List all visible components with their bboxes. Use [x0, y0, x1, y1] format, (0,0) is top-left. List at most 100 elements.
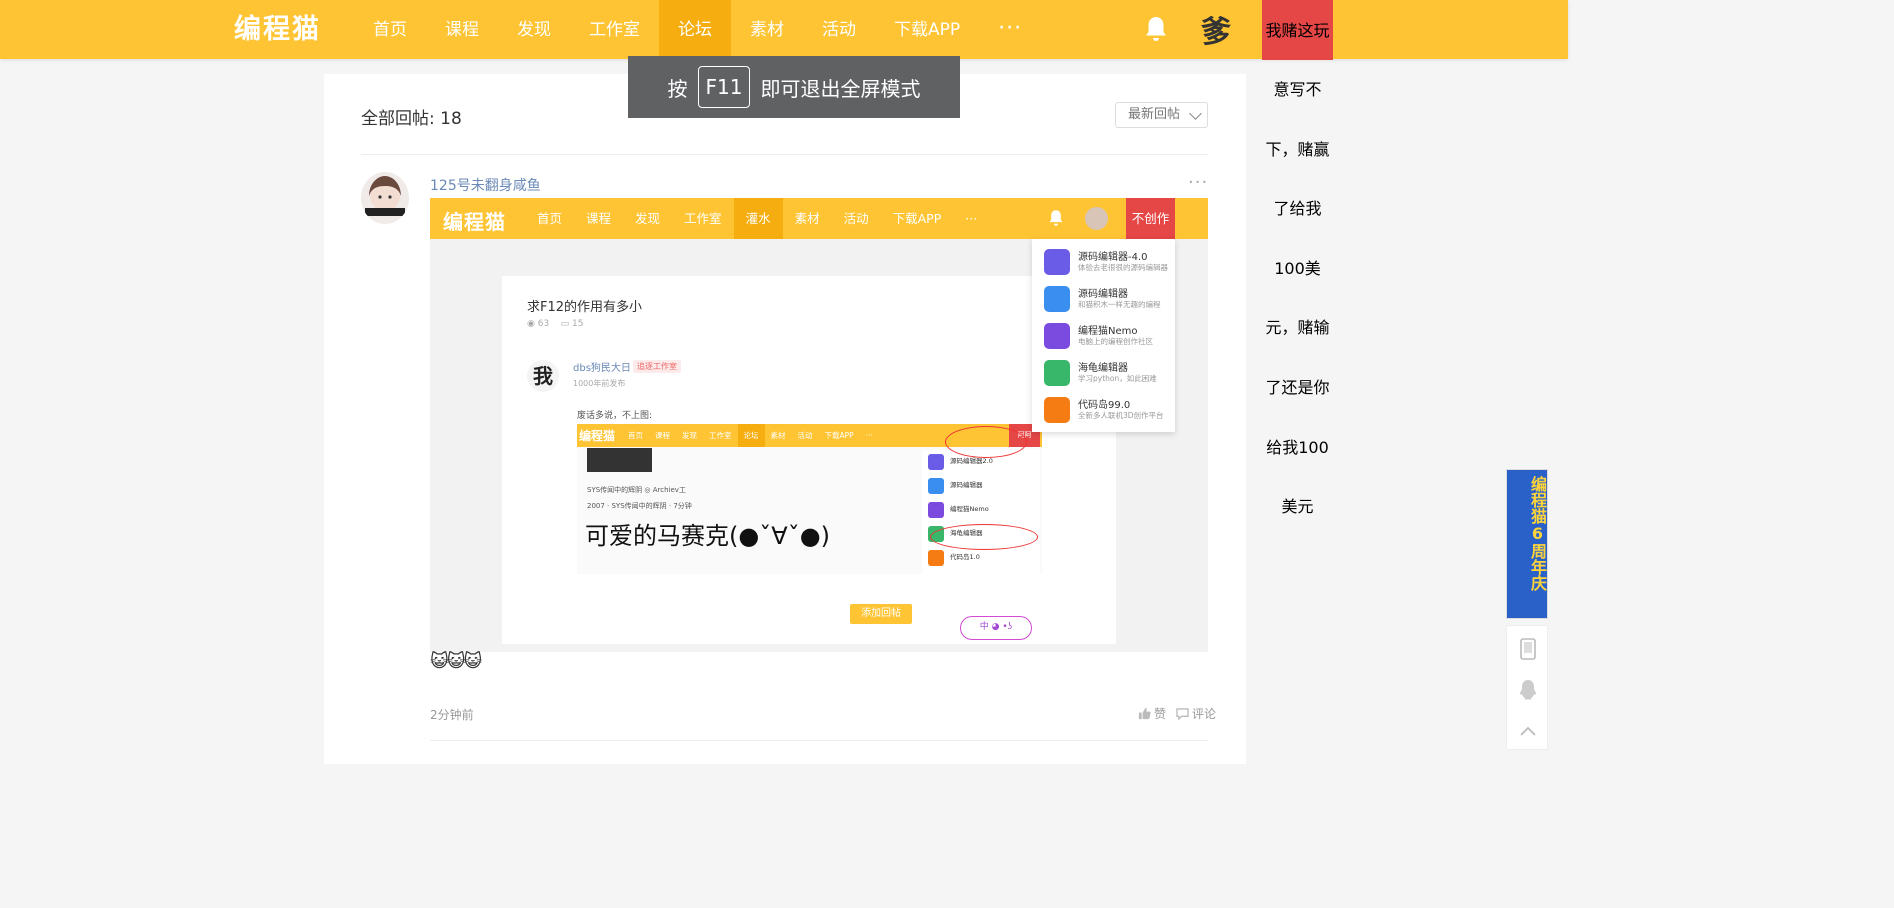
nav-download-app[interactable]: 下载APP: [875, 0, 979, 59]
app-icon: [928, 502, 944, 518]
nested-screenshot: 编程猫 首页 课程 发现 工作室 论坛 素材 活动 下载APP ··· 阿阿 S…: [577, 424, 1042, 574]
toast-prefix: 按: [667, 76, 688, 101]
embedded-logo: 编程猫: [443, 210, 506, 234]
nested-nav-item: 课程: [655, 431, 670, 440]
nav-events[interactable]: 活动: [803, 0, 875, 59]
post-author-name[interactable]: 125号未翻身咸鱼: [430, 175, 541, 195]
embedded-title: 求F12的作用有多小: [527, 300, 643, 315]
chevron-up-icon: [1520, 726, 1536, 736]
toast-suffix: 即可退出全屏模式: [760, 76, 921, 101]
sort-label: 最新回帖: [1128, 107, 1181, 122]
nav-more-button[interactable]: ···: [979, 0, 1041, 59]
nested-nav-item: 首页: [628, 431, 643, 440]
overflow-text-line: 了给我: [1273, 199, 1322, 219]
embedded-stats: ◉ 63 ▭ 15: [527, 319, 583, 329]
embedded-author-name: dbs狗民大日: [573, 363, 631, 374]
dropdown-item-name: 源码编辑器-4.0: [1078, 252, 1148, 263]
embedded-nav-item: 素材: [794, 211, 820, 226]
divider: [430, 740, 1208, 741]
dropdown-item-desc: 体验去老很很的源码编辑器: [1078, 263, 1168, 272]
nested-dropdown-label: 编程猫Nemo: [950, 505, 989, 513]
user-avatar[interactable]: 爹: [1199, 9, 1233, 50]
nav-forum[interactable]: 论坛: [659, 0, 731, 59]
embedded-nav-item: 工作室: [684, 211, 722, 226]
post-more-button[interactable]: ···: [1188, 172, 1208, 193]
comment-icon: [1176, 707, 1189, 720]
embedded-avatar: [1085, 207, 1108, 230]
post-author-avatar[interactable]: [361, 172, 409, 224]
qq-button[interactable]: [1507, 669, 1549, 711]
post-actions: 赞 评论: [1138, 705, 1216, 722]
dropdown-item-desc: 电脑上的编程创作社区: [1078, 337, 1153, 346]
overflow-text: 意写不 下，赌赢 了给我 100美 元，赌输 了还是你 给我100 美元: [1262, 60, 1333, 537]
app-icon: [928, 550, 944, 566]
app-icon: [928, 478, 944, 494]
embedded-red-button: 不创作: [1126, 198, 1175, 239]
anniversary-promo-banner[interactable]: 编程猫6周年庆: [1506, 469, 1548, 619]
dropdown-item-desc: 学习python，如此困难: [1078, 374, 1157, 383]
overflow-text-line: 给我100: [1266, 437, 1329, 457]
red-circle-annotation: [930, 524, 1038, 550]
create-button[interactable]: 我赌这玩: [1262, 0, 1333, 60]
reply-count: 全部回帖: 18: [361, 109, 462, 129]
nested-dropdown-item: 编程猫Nemo: [928, 500, 1038, 522]
thumbs-up-icon: [1138, 707, 1151, 720]
code-island-icon: [1044, 397, 1070, 423]
turtle-editor-icon: [1044, 360, 1070, 386]
site-logo[interactable]: 编程猫: [234, 12, 321, 48]
overflow-text-line: 元，赌输: [1265, 318, 1330, 338]
embedded-nav-item: ···: [965, 211, 978, 226]
nested-nav-item: ···: [865, 431, 873, 440]
nav-materials[interactable]: 素材: [731, 0, 803, 59]
nested-photo: [587, 448, 652, 472]
like-button[interactable]: 赞: [1138, 705, 1166, 722]
comment-button[interactable]: 评论: [1176, 705, 1216, 722]
red-circle-annotation: [945, 426, 1027, 458]
overflow-text-line: 美元: [1281, 497, 1314, 517]
nav-discover[interactable]: 发现: [498, 0, 570, 59]
nested-nav-item: 发现: [682, 431, 697, 440]
nested-nav-item: 活动: [797, 431, 813, 440]
post-image[interactable]: 编程猫 首页 课程 发现 工作室 灌水 素材 活动 下载APP ··· 不创作 …: [430, 198, 1208, 652]
code-editor-icon: [1044, 249, 1070, 275]
nav-home[interactable]: 首页: [354, 0, 426, 59]
embedded-nav-item: 下载APP: [892, 211, 942, 226]
bell-icon[interactable]: [1144, 15, 1168, 43]
nav-courses[interactable]: 课程: [426, 0, 498, 59]
overflow-text-line: 了还是你: [1265, 377, 1330, 397]
nav-studio[interactable]: 工作室: [570, 0, 659, 59]
comment-icon: ▭: [560, 319, 570, 329]
nemo-icon: [1044, 323, 1070, 349]
dropdown-item-name: 编程猫Nemo: [1078, 326, 1138, 337]
post-time: 2分钟前: [430, 708, 474, 722]
embedded-nav-item: 发现: [635, 211, 661, 226]
dropdown-item: 代码岛99.0 全新多人联机3D创作平台: [1044, 394, 1174, 428]
mobile-app-button[interactable]: [1507, 628, 1549, 670]
embedded-nav-item: 课程: [586, 211, 612, 226]
post-emojis: 😺😺😺: [430, 651, 482, 672]
nested-dropdown-item: 代码岛1.0: [928, 548, 1038, 570]
floating-toolbar: [1506, 625, 1548, 750]
promo-text: 编程猫6周年庆: [1528, 476, 1547, 591]
top-nav: 编程猫 首页 课程 发现 工作室 论坛 素材 活动 下载APP ··· 爹 我赌…: [0, 0, 1568, 60]
divider: [361, 154, 1208, 155]
nested-nav-item: 下载APP: [824, 431, 854, 440]
dropdown-item: 源码编辑器 和猫积木一样无趣的编程: [1044, 283, 1174, 317]
back-to-top-button[interactable]: [1507, 710, 1549, 752]
nested-dropdown-label: 源码编辑器: [950, 481, 983, 489]
main-nav: 首页 课程 发现 工作室 论坛 素材 活动 下载APP ···: [354, 0, 1041, 59]
dropdown-item-name: 海龟编辑器: [1078, 363, 1128, 374]
dropdown-item-desc: 全新多人联机3D创作平台: [1078, 411, 1164, 420]
overflow-text-line: 下，赌赢: [1265, 139, 1330, 159]
sort-dropdown[interactable]: 最新回帖: [1115, 102, 1208, 128]
embedded-caption: 废话多说，不上图:: [577, 411, 653, 421]
dropdown-item-name: 代码岛99.0: [1078, 400, 1131, 411]
embedded-comments: 15: [572, 319, 584, 329]
dropdown-item: 海龟编辑器 学习python，如此困难: [1044, 357, 1174, 391]
nested-dropdown-item: 源码编辑器: [928, 476, 1038, 498]
nested-text: SYS传闻中的辉阴 ◎ Archiev工 2007 · SYS传闻中的辉阴 · …: [587, 482, 692, 514]
nested-nav-items: 首页 课程 发现 工作室 论坛 素材 活动 下载APP ···: [622, 424, 879, 447]
app-icon: [928, 454, 944, 470]
embedded-card: 求F12的作用有多小 ◉ 63 ▭ 15 我 dbs狗民大日 追逐工作室 100…: [502, 276, 1116, 644]
nested-logo: 编程猫: [579, 429, 616, 443]
